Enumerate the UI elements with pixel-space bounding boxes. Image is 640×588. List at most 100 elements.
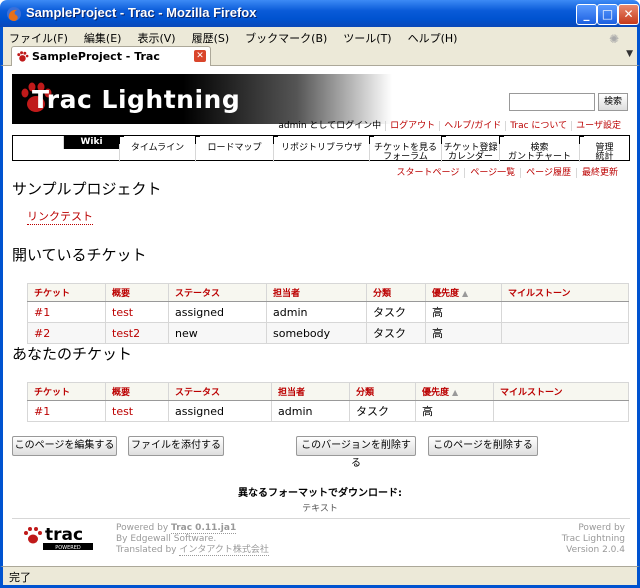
nav-timeline-label: タイムライン [130,143,185,153]
ticket-summary-link[interactable]: test2 [105,322,169,344]
nav-search[interactable]: 検索 ガントチャート [499,136,579,162]
col-summary[interactable]: 概要 [105,283,169,302]
ticket-milestone [493,400,629,422]
alt-formats-heading: 異なるフォーマットでダウンロード: [238,488,402,499]
edgewall-text: By Edgewall Software. [116,534,217,544]
nav-stats-label[interactable]: 統計 [580,149,629,162]
delete-version-button[interactable]: このバージョンを削除する [296,436,416,469]
col-owner[interactable]: 担当者 [266,283,367,302]
col-type[interactable]: 分類 [366,283,426,302]
col-ticket[interactable]: チケット [27,382,106,401]
table-header-row: チケット 概要 ステータス 担当者 分類 優先度 ▲ マイルストーン [27,382,629,401]
about-trac-link[interactable]: Trac について [505,121,572,131]
menu-view[interactable]: 表示(V) [137,27,175,46]
svg-text:POWERED: POWERED [55,545,81,551]
col-type[interactable]: 分類 [349,382,416,401]
svg-text:trac: trac [45,525,83,545]
preferences-link[interactable]: ユーザ設定 [571,121,625,131]
search-input[interactable] [509,93,595,111]
ticket-id-link[interactable]: #2 [27,322,106,344]
main-navigation: Wiki タイムライン ロードマップ リポジトリブラウザ チケットを見る フォー… [12,135,630,162]
close-button[interactable]: ✕ [618,4,639,25]
menu-file[interactable]: ファイル(F) [9,27,68,46]
nav-new-ticket[interactable]: チケット登録 カレンダー [441,136,499,162]
col-status[interactable]: ステータス [168,382,272,401]
nav-calendar-label[interactable]: カレンダー [442,149,499,162]
translator-link[interactable]: インタアクト株式会社 [179,545,269,556]
menu-bookmarks[interactable]: ブックマーク(B) [245,27,327,46]
logout-link[interactable]: ログアウト [385,121,440,131]
ticket-id-link[interactable]: #1 [27,301,106,323]
help-guide-link[interactable]: ヘルプ/ガイド [439,121,506,131]
open-tickets-heading: 開いているチケット [12,246,147,264]
col-owner[interactable]: 担当者 [271,382,350,401]
minimize-button[interactable]: _ [576,4,597,25]
nav-timeline[interactable]: タイムライン [119,136,195,162]
nav-roadmap[interactable]: ロードマップ [195,136,273,162]
nav-admin[interactable]: 管理 統計 [579,136,629,162]
nav-forum-label[interactable]: フォーラム [370,149,441,162]
window-titlebar[interactable]: SampleProject - Trac - Mozilla Firefox _… [0,0,640,27]
nav-gantt-label[interactable]: ガントチャート [500,149,579,162]
ticket-owner: admin [271,400,350,422]
status-bar: 完了 [0,566,640,588]
footer-version-number: Version 2.0.4 [566,545,625,555]
alternate-formats: 異なるフォーマットでダウンロード: テキスト [3,484,637,514]
ticket-priority: 高 [415,400,494,422]
col-milestone[interactable]: マイルストーン [501,283,629,302]
throbber-icon: ✺ [608,32,619,46]
col-summary[interactable]: 概要 [105,382,169,401]
my-tickets-table: チケット 概要 ステータス 担当者 分類 優先度 ▲ マイルストーン #1 tes… [27,382,629,422]
ticket-status: assigned [168,301,267,323]
ticket-id-link[interactable]: #1 [27,400,106,422]
tab-list-icon[interactable]: ▼ [626,49,633,59]
menu-history[interactable]: 履歴(S) [192,27,230,46]
download-text-link[interactable]: テキスト [3,501,637,514]
menu-tools[interactable]: ツール(T) [343,27,391,46]
table-row: #2 test2 new somebody タスク 高 [27,322,629,344]
col-status[interactable]: ステータス [168,283,267,302]
menu-help[interactable]: ヘルプ(H) [408,27,458,46]
col-priority[interactable]: 優先度 ▲ [425,283,502,302]
nav-browser[interactable]: リポジトリブラウザ [273,136,369,162]
nav-browser-label: リポジトリブラウザ [280,143,362,153]
footer-powerd-by: Powerd by [578,523,625,533]
col-priority-label: 優先度 [432,289,460,299]
ctx-last-change[interactable]: 最終更新 [575,168,623,178]
col-ticket[interactable]: チケット [27,283,106,302]
nav-wiki-label: Wiki [80,137,103,147]
ticket-owner: admin [266,301,367,323]
ticket-status: new [168,322,267,344]
tab-label: SampleProject - Trac [32,50,160,63]
delete-page-button[interactable]: このページを削除する [428,436,538,456]
nav-view-tickets[interactable]: チケットを見る フォーラム [369,136,441,162]
link-test[interactable]: リンクテスト [27,208,93,225]
edit-page-button[interactable]: このページを編集する [12,436,117,456]
ticket-status: assigned [168,400,272,422]
page-content: Trac Lightning 検索 admin としてログイン中 ログアウト ヘルプ… [0,66,640,566]
ticket-summary-link[interactable]: test [105,301,169,323]
menu-edit[interactable]: 編集(E) [84,27,122,46]
trac-powered-logo[interactable]: POWERED trac [21,522,101,552]
my-tickets-heading: あなたのチケット [12,345,133,363]
col-priority[interactable]: 優先度 ▲ [415,382,494,401]
footer-credits: Powered by Trac 0.11.ja1 By Edgewall Sof… [116,523,269,556]
firefox-icon [7,7,21,21]
trac-version-link[interactable]: Trac 0.11.ja1 [171,523,237,534]
ctx-start-page[interactable]: スタートページ [392,168,465,178]
attach-file-button[interactable]: ファイルを添付する [128,436,224,456]
ticket-summary-link[interactable]: test [105,400,169,422]
ctx-page-history[interactable]: ページ履歴 [520,168,576,178]
trac-paw-icon [17,51,29,62]
ticket-type: タスク [349,400,416,422]
page-title: サンプルプロジェクト [12,180,162,198]
nav-wiki[interactable]: Wiki [63,136,119,149]
trac-lightning-logo[interactable]: Trac Lightning [12,74,392,124]
maximize-button[interactable]: □ [597,4,618,25]
tab-sampleproject[interactable]: SampleProject - Trac ✕ [11,46,211,66]
search-button[interactable]: 検索 [598,93,628,111]
ticket-milestone [501,301,629,323]
ctx-page-index[interactable]: ページ一覧 [464,168,521,178]
col-milestone[interactable]: マイルストーン [493,382,629,401]
tab-close-icon[interactable]: ✕ [194,50,206,62]
